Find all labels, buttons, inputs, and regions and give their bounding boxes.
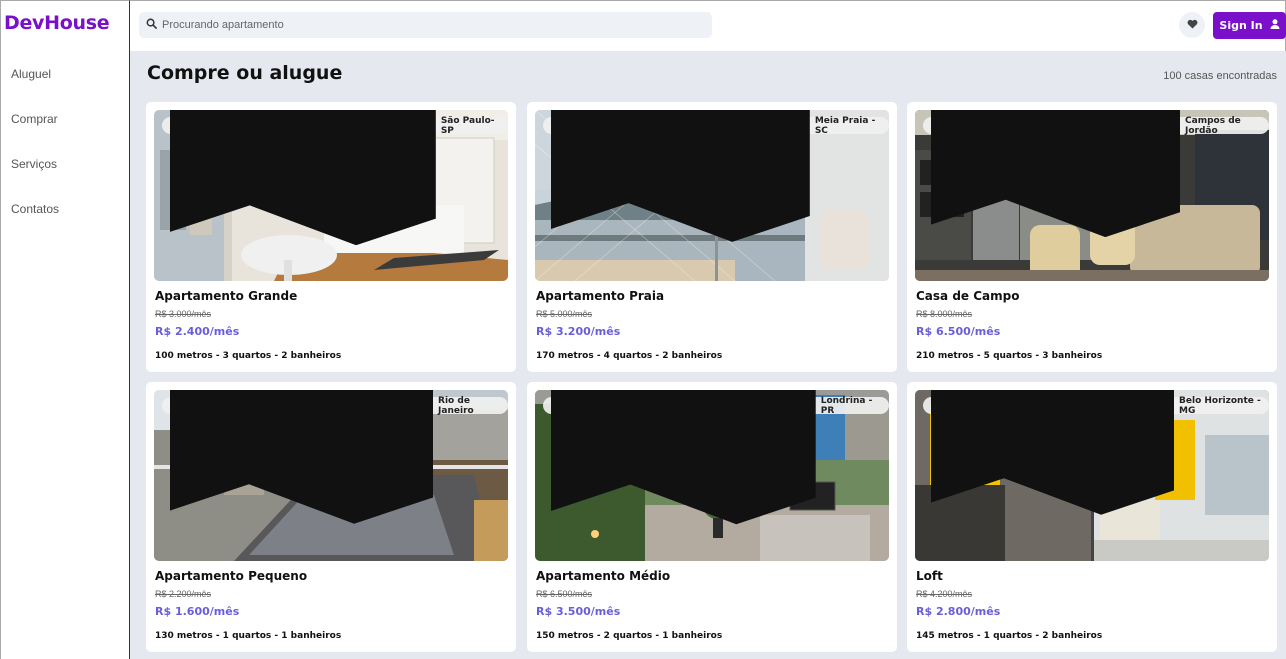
map-icon <box>170 390 434 524</box>
location-label: Londrina - PR <box>820 395 873 416</box>
listing-photo[interactable]: Belo Horizonte - MG <box>915 390 1269 561</box>
results-count: 100 casas encontradas <box>1163 70 1277 82</box>
listing-title[interactable]: Apartamento Grande <box>155 289 297 303</box>
listing-old-price: R$ 6.500/mês <box>536 589 593 599</box>
listing-price: R$ 3.200/mês <box>536 325 621 338</box>
listing-price: R$ 1.600/mês <box>155 605 240 618</box>
sidebar-nav: Aluguel Comprar Serviços Contatos <box>11 67 59 247</box>
page-title: Compre ou alugue <box>147 62 343 84</box>
map-icon <box>170 110 436 246</box>
listing-card[interactable]: São Paulo-SP Apartamento Grande R$ 3.000… <box>146 102 516 372</box>
listing-title[interactable]: Apartamento Médio <box>536 569 670 583</box>
listing-card[interactable]: Londrina - PR Apartamento Médio R$ 6.500… <box>527 382 897 652</box>
search-box[interactable] <box>139 12 712 38</box>
listing-title[interactable]: Apartamento Praia <box>536 289 664 303</box>
listing-specs: 170 metros - 4 quartos - 2 banheiros <box>536 351 723 361</box>
brand-logo[interactable]: DevHouse <box>4 12 110 34</box>
listing-photo[interactable]: Campos de Jordão <box>915 110 1269 281</box>
listing-photo[interactable]: Londrina - PR <box>535 390 889 561</box>
search-icon <box>146 16 157 34</box>
listing-photo[interactable]: Meia Praia - SC <box>535 110 889 281</box>
listing-specs: 145 metros - 1 quartos - 2 banheiros <box>916 631 1103 641</box>
listing-specs: 100 metros - 3 quartos - 2 banheiros <box>155 351 342 361</box>
listing-photo[interactable]: São Paulo-SP <box>154 110 508 281</box>
top-bar: Sign In <box>130 0 1286 51</box>
listing-price: R$ 2.400/mês <box>155 325 240 338</box>
sign-in-button[interactable]: Sign In <box>1213 12 1286 39</box>
listing-title[interactable]: Apartamento Pequeno <box>155 569 307 583</box>
location-badge: Londrina - PR <box>543 390 889 525</box>
listing-card[interactable]: Meia Praia - SC Apartamento Praia R$ 5.0… <box>527 102 897 372</box>
map-icon <box>931 390 1175 515</box>
location-label: Rio de Janeiro <box>438 395 474 416</box>
sidebar-item-contatos[interactable]: Contatos <box>11 202 59 247</box>
location-label: Belo Horizonte - MG <box>1179 395 1261 416</box>
listing-old-price: R$ 4.200/mês <box>916 589 973 599</box>
user-icon <box>1270 19 1280 32</box>
location-badge: São Paulo-SP <box>162 110 508 246</box>
location-label: Meia Praia - SC <box>814 115 876 136</box>
listing-card[interactable]: Campos de Jordão Casa de Campo R$ 8.000/… <box>907 102 1277 372</box>
heart-icon <box>1187 16 1198 34</box>
sidebar-item-servicos[interactable]: Serviços <box>11 157 59 202</box>
listing-title[interactable]: Casa de Campo <box>916 289 1019 303</box>
map-icon <box>931 110 1181 238</box>
listing-card[interactable]: Belo Horizonte - MG Loft R$ 4.200/mês R$… <box>907 382 1277 652</box>
location-badge: Belo Horizonte - MG <box>923 390 1269 515</box>
listing-old-price: R$ 2.200/mês <box>155 589 212 599</box>
listing-specs: 130 metros - 1 quartos - 1 banheiros <box>155 631 342 641</box>
location-badge: Meia Praia - SC <box>543 110 889 242</box>
sidebar-item-comprar[interactable]: Comprar <box>11 112 59 157</box>
sidebar: DevHouse Aluguel Comprar Serviços Contat… <box>0 0 130 659</box>
listing-price: R$ 3.500/mês <box>536 605 621 618</box>
listing-photo[interactable]: Rio de Janeiro <box>154 390 508 561</box>
listing-old-price: R$ 3.000/mês <box>155 309 212 319</box>
listing-old-price: R$ 5.000/mês <box>536 309 593 319</box>
listing-title[interactable]: Loft <box>916 569 943 583</box>
listing-specs: 150 metros - 2 quartos - 1 banheiros <box>536 631 723 641</box>
location-badge: Rio de Janeiro <box>162 390 508 524</box>
sidebar-item-aluguel[interactable]: Aluguel <box>11 67 59 112</box>
sign-in-label: Sign In <box>1219 19 1263 32</box>
location-label: Campos de Jordão <box>1185 115 1241 136</box>
listing-card[interactable]: Rio de Janeiro Apartamento Pequeno R$ 2.… <box>146 382 516 652</box>
listing-price: R$ 2.800/mês <box>916 605 1001 618</box>
favorites-button[interactable] <box>1179 12 1205 38</box>
location-badge: Campos de Jordão <box>923 110 1269 238</box>
location-label: São Paulo-SP <box>440 115 495 136</box>
listing-specs: 210 metros - 5 quartos - 3 banheiros <box>916 351 1103 361</box>
listing-price: R$ 6.500/mês <box>916 325 1001 338</box>
search-input[interactable] <box>162 19 702 31</box>
map-icon <box>551 110 810 242</box>
listing-old-price: R$ 8.000/mês <box>916 309 973 319</box>
map-icon <box>551 390 816 525</box>
